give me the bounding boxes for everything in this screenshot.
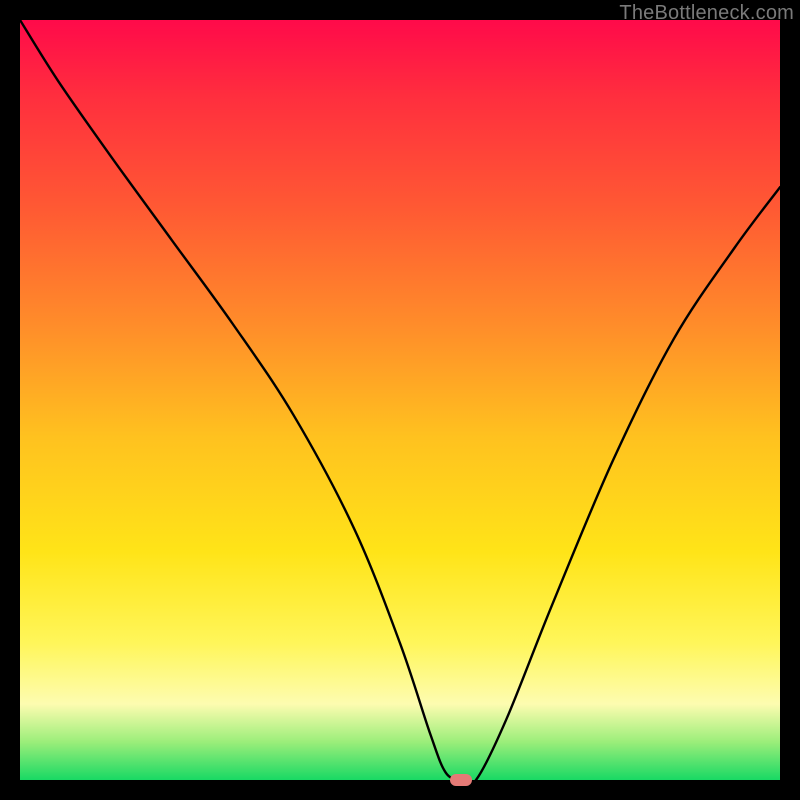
optimal-point-marker	[450, 774, 472, 786]
chart-frame: TheBottleneck.com	[0, 0, 800, 800]
bottleneck-curve	[20, 20, 780, 780]
plot-area	[20, 20, 780, 780]
